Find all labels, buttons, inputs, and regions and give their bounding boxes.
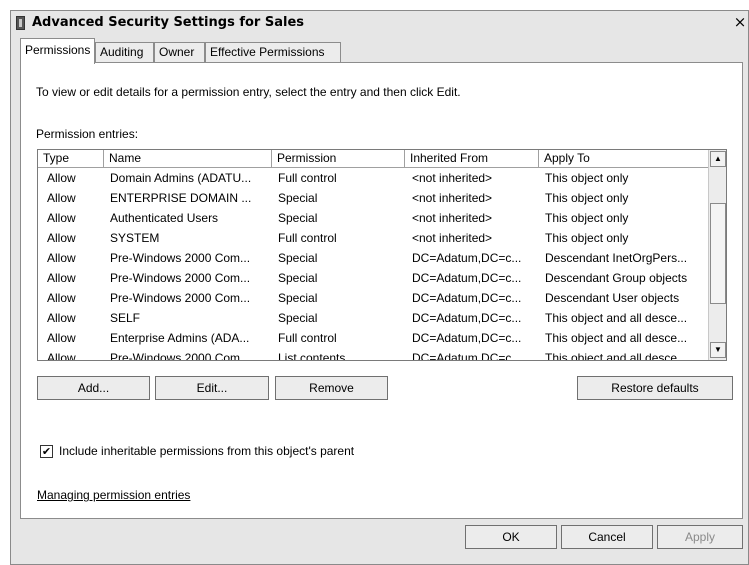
cell-inherited-from: DC=Adatum,DC=c... xyxy=(412,271,522,285)
cell-permission: List contents xyxy=(278,351,346,361)
cell-permission: Special xyxy=(278,251,318,265)
include-inheritable-checkbox[interactable]: ✔ xyxy=(40,445,53,458)
permission-entry-row[interactable]: Allow Pre-Windows 2000 Com... Special DC=Ad… xyxy=(38,249,710,269)
cell-permission: Special xyxy=(278,271,318,285)
cell-permission: Full control xyxy=(278,331,337,345)
list-header: Type Name Permission Inherited From Appl… xyxy=(38,150,710,168)
cell-name: Pre-Windows 2000 Com... xyxy=(110,251,251,265)
permission-entry-row[interactable]: Allow Domain Admins (ADATU... Full control… xyxy=(38,169,710,189)
scrollbar-thumb[interactable] xyxy=(710,203,726,304)
ok-button[interactable]: OK xyxy=(465,525,557,549)
restore-defaults-button[interactable]: Restore defaults xyxy=(577,376,733,400)
cell-name: ENTERPRISE DOMAIN ... xyxy=(110,191,252,205)
permission-entry-row[interactable]: Allow Authenticated Users Special <not inhe… xyxy=(38,209,710,229)
scroll-down-icon[interactable]: ▼ xyxy=(710,342,726,358)
permission-entry-row[interactable]: Allow Enterprise Admins (ADA... Full contr… xyxy=(38,329,710,349)
cell-type: Allow xyxy=(47,251,76,265)
edit-button[interactable]: Edit... xyxy=(155,376,269,400)
cell-inherited-from: DC=Adatum,DC=c... xyxy=(412,351,522,361)
column-header-apply-to[interactable]: Apply To xyxy=(539,150,710,168)
tab-permissions[interactable]: Permissions xyxy=(20,38,95,64)
cell-permission: Full control xyxy=(278,231,337,245)
cell-type: Allow xyxy=(47,311,76,325)
dialog-window: Advanced Security Settings for Sales × P… xyxy=(10,10,749,565)
cell-type: Allow xyxy=(47,351,76,361)
tab-effective-permissions[interactable]: Effective Permissions xyxy=(205,42,341,62)
tab-owner[interactable]: Owner xyxy=(154,42,205,62)
permission-entry-row[interactable]: Allow Pre-Windows 2000 Com... Special DC=Ad… xyxy=(38,269,710,289)
cell-permission: Full control xyxy=(278,171,337,185)
cell-apply-to: Descendant User objects xyxy=(545,291,680,305)
cell-permission: Special xyxy=(278,191,318,205)
permission-entry-row[interactable]: Allow Pre-Windows 2000 Com... Special DC=Ad… xyxy=(38,289,710,309)
permission-entries-label: Permission entries: xyxy=(36,127,139,141)
scroll-up-icon[interactable]: ▲ xyxy=(710,151,726,167)
cell-name: SYSTEM xyxy=(110,231,160,245)
cell-apply-to: This object only xyxy=(545,191,629,205)
cell-name: SELF xyxy=(110,311,141,325)
cell-permission: Special xyxy=(278,211,318,225)
cell-type: Allow xyxy=(47,271,76,285)
vertical-scrollbar[interactable]: ▲ ▼ xyxy=(708,150,726,360)
instructions-text: To view or edit details for a permission… xyxy=(36,85,461,99)
permission-entry-row[interactable]: Allow SELF Special DC=Adatum,DC=c... This ob… xyxy=(38,309,710,329)
cell-type: Allow xyxy=(47,211,76,225)
cell-inherited-from: DC=Adatum,DC=c... xyxy=(412,331,522,345)
permission-entry-row[interactable]: Allow Pre-Windows 2000 Com... List content… xyxy=(38,349,710,361)
permission-entries-list[interactable]: Type Name Permission Inherited From Appl… xyxy=(37,149,727,361)
list-body: Allow Domain Admins (ADATU... Full control… xyxy=(38,169,710,361)
cell-inherited-from: <not inherited> xyxy=(412,171,493,185)
managing-permission-entries-link[interactable]: Managing permission entries xyxy=(37,488,190,502)
cell-apply-to: Descendant InetOrgPers... xyxy=(545,251,688,265)
cell-name: Authenticated Users xyxy=(110,211,219,225)
column-header-type[interactable]: Type xyxy=(38,150,104,168)
cell-apply-to: This object only xyxy=(545,231,629,245)
cell-permission: Special xyxy=(278,311,318,325)
shield-icon xyxy=(16,16,25,30)
cell-type: Allow xyxy=(47,331,76,345)
cell-type: Allow xyxy=(47,171,76,185)
cell-name: Pre-Windows 2000 Com... xyxy=(110,291,251,305)
cell-type: Allow xyxy=(47,191,76,205)
cell-apply-to: This object only xyxy=(545,171,629,185)
close-button[interactable]: × xyxy=(732,15,748,31)
include-inheritable-label: Include inheritable permissions from thi… xyxy=(59,444,355,458)
cell-inherited-from: <not inherited> xyxy=(412,191,493,205)
permission-entry-row[interactable]: Allow ENTERPRISE DOMAIN ... Special <not in… xyxy=(38,189,710,209)
cell-inherited-from: DC=Adatum,DC=c... xyxy=(412,251,522,265)
cell-type: Allow xyxy=(47,231,76,245)
cell-inherited-from: DC=Adatum,DC=c... xyxy=(412,311,522,325)
column-header-name[interactable]: Name xyxy=(104,150,272,168)
column-header-permission[interactable]: Permission xyxy=(272,150,405,168)
cell-name: Domain Admins (ADATU... xyxy=(110,171,252,185)
permission-entry-row[interactable]: Allow SYSTEM Full control <not inherited> Th… xyxy=(38,229,710,249)
cell-apply-to: This object and all desce... xyxy=(545,331,688,345)
title-bar[interactable]: Advanced Security Settings for Sales × xyxy=(11,11,748,35)
cell-inherited-from: DC=Adatum,DC=c... xyxy=(412,291,522,305)
column-header-inherited-from[interactable]: Inherited From xyxy=(405,150,539,168)
cell-name: Enterprise Admins (ADA... xyxy=(110,331,250,345)
remove-button[interactable]: Remove xyxy=(275,376,388,400)
tab-auditing[interactable]: Auditing xyxy=(95,42,154,62)
cell-type: Allow xyxy=(47,291,76,305)
cell-name: Pre-Windows 2000 Com... xyxy=(110,351,251,361)
apply-button[interactable]: Apply xyxy=(657,525,743,549)
cell-apply-to: This object and all desce... xyxy=(545,311,688,325)
cancel-button[interactable]: Cancel xyxy=(561,525,653,549)
window-title: Advanced Security Settings for Sales xyxy=(32,15,305,30)
cell-permission: Special xyxy=(278,291,318,305)
cell-apply-to: Descendant Group objects xyxy=(545,271,688,285)
cell-apply-to: This object only xyxy=(545,211,629,225)
cell-name: Pre-Windows 2000 Com... xyxy=(110,271,251,285)
cell-apply-to: This object and all desce... xyxy=(545,351,688,361)
permissions-panel: To view or edit details for a permission… xyxy=(20,62,743,519)
cell-inherited-from: <not inherited> xyxy=(412,231,493,245)
cell-inherited-from: <not inherited> xyxy=(412,211,493,225)
add-button[interactable]: Add... xyxy=(37,376,150,400)
